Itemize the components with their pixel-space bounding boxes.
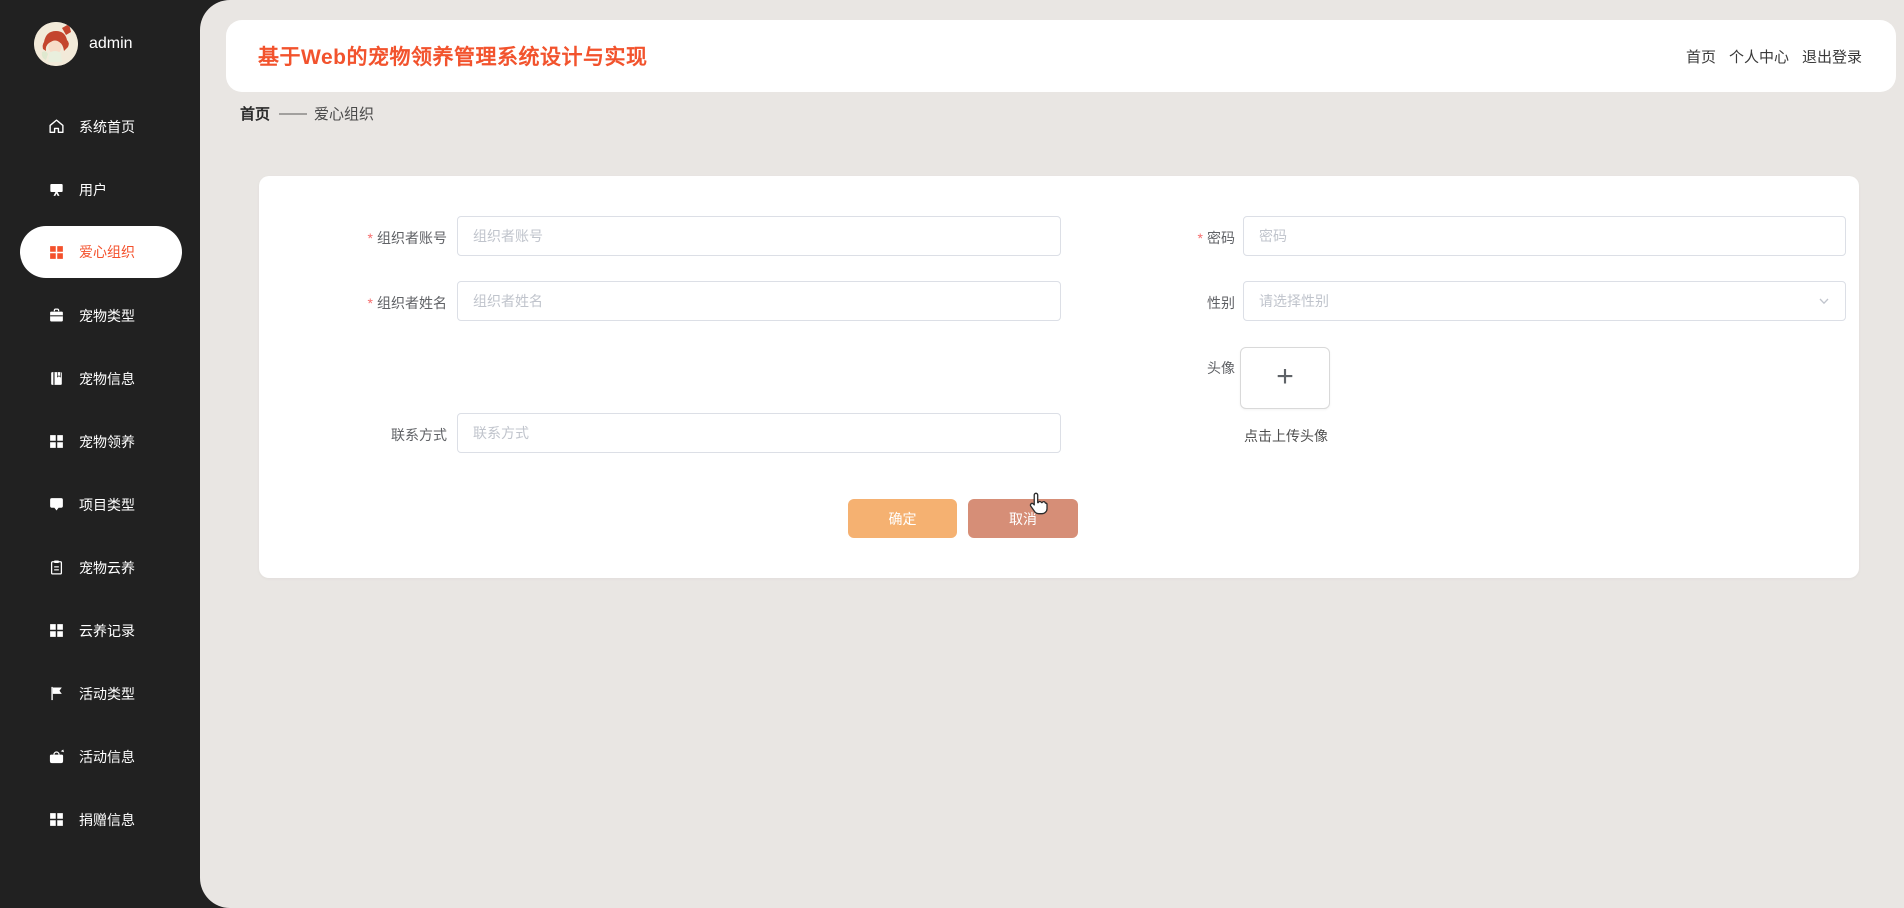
sidebar-item-pet-cloud-care[interactable]: 宠物云养 — [0, 536, 200, 599]
contact-label: 联系方式 — [391, 427, 447, 443]
confirm-button[interactable]: 确定 — [848, 499, 957, 538]
grid-icon — [50, 435, 63, 448]
sidebar-item-charity-org[interactable]: 爱心组织 — [20, 226, 182, 278]
sidebar-item-cloud-care-records[interactable]: 云养记录 — [0, 599, 200, 662]
sidebar-item-label: 捐赠信息 — [79, 811, 135, 828]
sidebar-item-system-home[interactable]: 系统首页 — [0, 95, 200, 158]
flag-icon — [51, 686, 62, 701]
chat-icon — [50, 498, 63, 511]
nav-link-logout[interactable]: 退出登录 — [1802, 46, 1862, 67]
clipboard-icon — [50, 560, 63, 575]
sidebar-item-label: 活动信息 — [79, 748, 135, 765]
sidebar-item-label: 宠物云养 — [79, 559, 135, 576]
sidebar-item-label: 用户 — [79, 181, 107, 198]
breadcrumb: 首页 —— 爱心组织 — [240, 103, 374, 124]
avatar-label: 头像 — [1207, 360, 1235, 376]
notebook-icon — [51, 372, 62, 385]
nav-link-profile-center[interactable]: 个人中心 — [1729, 46, 1789, 67]
sidebar-item-label: 系统首页 — [79, 118, 135, 135]
nav-link-home[interactable]: 首页 — [1686, 46, 1716, 67]
user-avatar — [34, 22, 78, 66]
avatar-image — [34, 22, 78, 66]
grid-icon — [50, 624, 63, 637]
suitcase-icon — [50, 308, 63, 322]
sidebar-item-label: 宠物领养 — [79, 433, 135, 450]
home-icon — [49, 119, 64, 134]
organizer-name-input[interactable] — [457, 281, 1061, 321]
sidebar-item-project-type[interactable]: 项目类型 — [0, 473, 200, 536]
sidebar-item-label: 宠物类型 — [79, 307, 135, 324]
required-mark: * — [1197, 230, 1203, 246]
sidebar-item-label: 云养记录 — [79, 622, 135, 639]
gender-label: 性别 — [1207, 295, 1235, 311]
bag-icon — [49, 749, 64, 764]
required-mark: * — [367, 295, 373, 311]
username: admin — [89, 35, 133, 52]
sidebar-item-donation-info[interactable]: 捐赠信息 — [0, 788, 200, 851]
sidebar-menu: 系统首页 用户 爱心组织 宠物类型 宠物信息 宠物领养 项目类型 宠物云养 云养… — [0, 95, 200, 851]
gender-select-placeholder: 请选择性别 — [1259, 293, 1329, 309]
user-profile: admin — [34, 22, 133, 66]
avatar-upload-box[interactable]: + — [1240, 347, 1330, 409]
avatar-upload-hint: 点击上传头像 — [1244, 428, 1328, 444]
password-input[interactable] — [1243, 216, 1846, 256]
top-header: 基于Web的宠物领养管理系统设计与实现 首页 个人中心 退出登录 — [226, 20, 1896, 92]
plus-icon: + — [1276, 359, 1294, 393]
breadcrumb-separator: —— — [279, 105, 307, 122]
contact-input[interactable] — [457, 413, 1061, 453]
sidebar-item-pet-adoption[interactable]: 宠物领养 — [0, 410, 200, 473]
cancel-button[interactable]: 取消 — [968, 499, 1078, 538]
page-title: 基于Web的宠物领养管理系统设计与实现 — [258, 46, 648, 69]
account-label: * 组织者账号 — [367, 230, 447, 246]
sidebar-item-label: 项目类型 — [79, 496, 135, 513]
sidebar-item-label: 活动类型 — [79, 685, 135, 702]
app-window: admin 系统首页 用户 爱心组织 宠物类型 宠物信息 宠物领养 项目类型 宠… — [0, 0, 1904, 908]
grid-icon — [50, 245, 63, 259]
form-card: *组织者账号 *密码 *组织者姓名 性别 请选择性别 — [259, 176, 1859, 578]
sidebar-item-pet-info[interactable]: 宠物信息 — [0, 347, 200, 410]
header-nav: 首页 个人中心 退出登录 — [1686, 46, 1862, 67]
required-mark: * — [367, 230, 373, 246]
main-area: 基于Web的宠物领养管理系统设计与实现 首页 个人中心 退出登录 首页 —— 爱… — [200, 0, 1904, 908]
sidebar-item-label: 爱心组织 — [79, 244, 135, 260]
monitor-icon — [50, 183, 63, 196]
grid-icon — [50, 813, 63, 826]
breadcrumb-current: 爱心组织 — [314, 106, 375, 123]
password-label: * 密码 — [1197, 230, 1235, 246]
sidebar: admin 系统首页 用户 爱心组织 宠物类型 宠物信息 宠物领养 项目类型 宠… — [0, 0, 200, 908]
account-input[interactable] — [457, 216, 1061, 256]
sidebar-item-label: 宠物信息 — [79, 370, 135, 387]
chevron-down-icon — [1819, 298, 1829, 305]
sidebar-item-activity-type[interactable]: 活动类型 — [0, 662, 200, 725]
sidebar-item-activity-info[interactable]: 活动信息 — [0, 725, 200, 788]
gender-select[interactable]: 请选择性别 — [1243, 281, 1846, 321]
organizer-name-label: * 组织者姓名 — [367, 295, 447, 311]
sidebar-item-pet-type[interactable]: 宠物类型 — [0, 284, 200, 347]
sidebar-item-users[interactable]: 用户 — [0, 158, 200, 221]
breadcrumb-root[interactable]: 首页 — [240, 103, 270, 124]
